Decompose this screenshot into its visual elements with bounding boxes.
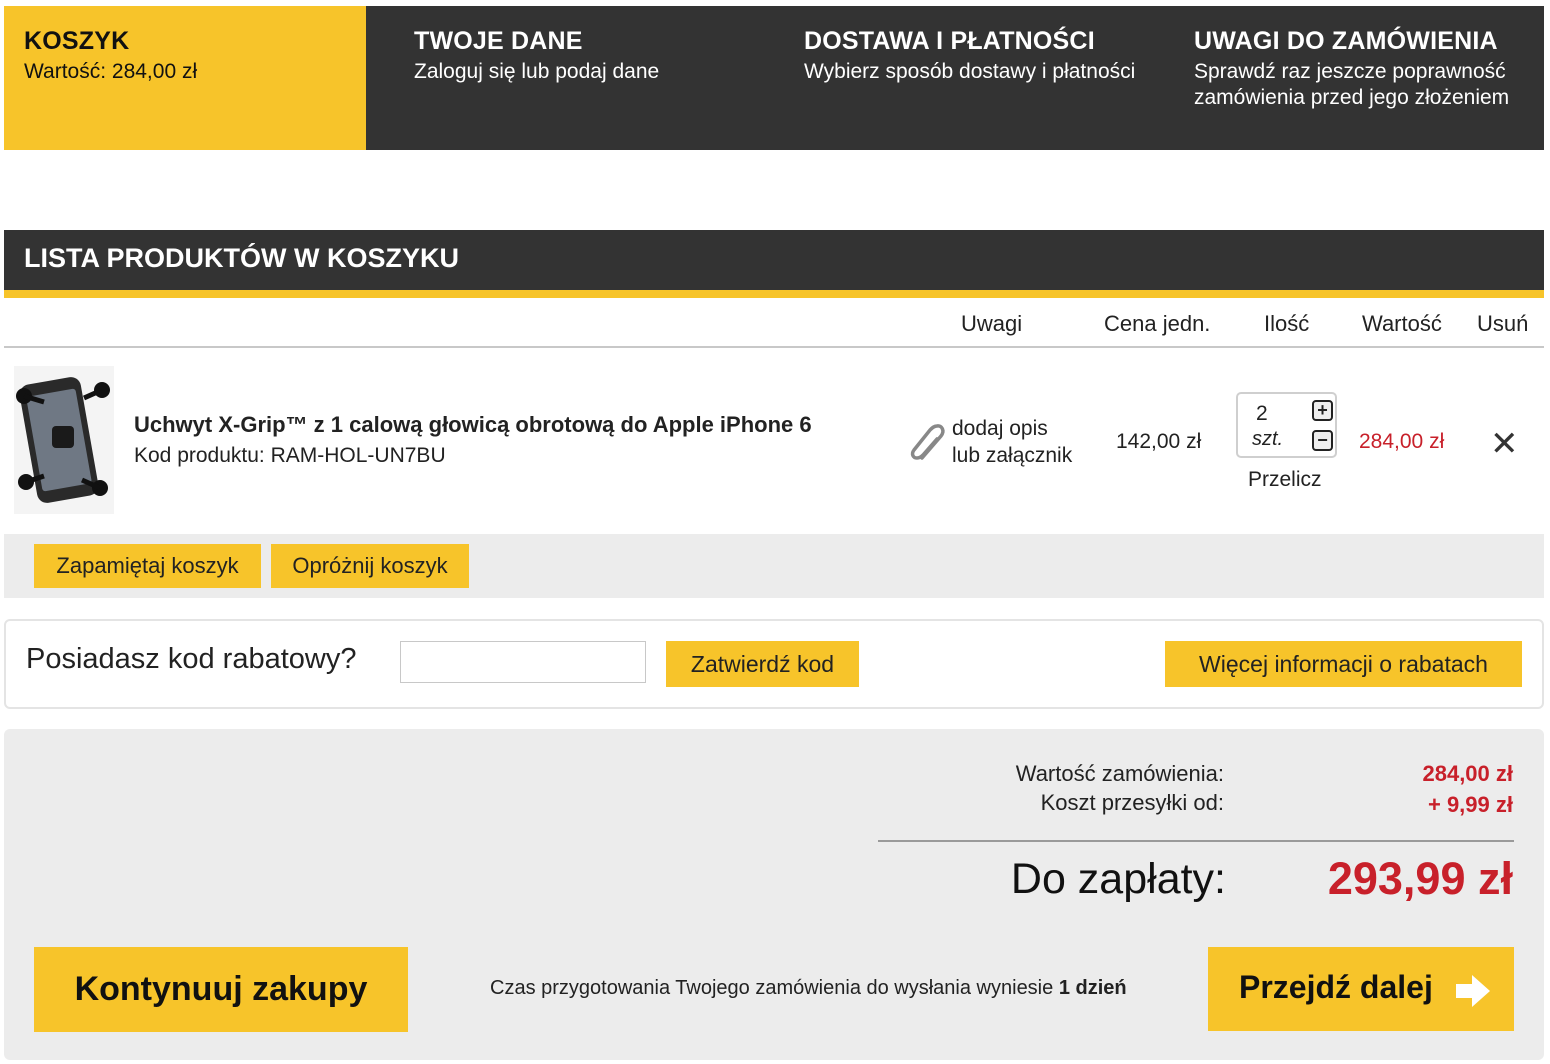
cart-section-header: LISTA PRODUKTÓW W KOSZYKU [4,230,1544,298]
continue-shopping-button[interactable]: Kontynuuj zakupy [34,947,408,1032]
order-value: 284,00 zł [1422,761,1513,786]
save-cart-button[interactable]: Zapamiętaj koszyk [34,544,261,588]
cart-title: LISTA PRODUKTÓW W KOSZYKU [24,243,459,273]
col-value: Wartość [1362,311,1442,336]
arrow-right-icon [1456,975,1490,1007]
step-title: UWAGI DO ZAMÓWIENIA [1194,27,1498,55]
step-cart[interactable]: KOSZYK Wartość: 284,00 zł [4,6,366,150]
step-your-data[interactable]: TWOJE DANE Zaloguj się lub podaj dane [366,6,756,150]
note-link-line2: lub załącznik [952,444,1073,467]
col-notes: Uwagi [961,311,1023,336]
divider [878,840,1514,842]
step-title: TWOJE DANE [414,27,583,55]
col-qty: Ilość [1264,311,1310,336]
quantity-unit: szt. [1252,428,1284,450]
coupon-input[interactable] [400,641,646,683]
preparation-days: 1 dzień [1058,977,1127,999]
shipping-label: Koszt przesyłki od: [1040,790,1224,815]
checkout-steps: KOSZYK Wartość: 284,00 zł TWOJE DANE Zal… [4,6,1544,150]
cart-actions: Zapamiętaj koszyk Opróżnij koszyk [4,534,1544,598]
coupon-box: Posiadasz kod rabatowy? Zatwierdź kod Wi… [4,619,1544,709]
minus-icon[interactable]: − [1312,430,1333,451]
paperclip-icon[interactable] [908,420,948,462]
step-delivery-payment[interactable]: DOSTAWA I PŁATNOŚCI Wybierz sposób dosta… [756,6,1146,150]
quantity-value[interactable]: 2 [1256,402,1268,426]
step-desc: Wartość: 284,00 zł [24,60,198,83]
note-link-line1: dodaj opis [952,417,1048,440]
order-summary: Wartość zamówienia: 284,00 zł Koszt prze… [4,729,1544,1060]
coupon-label: Posiadasz kod rabatowy? [26,643,357,675]
order-value-label: Wartość zamówienia: [1015,761,1224,786]
recalculate-link[interactable]: Przelicz [1248,468,1322,492]
empty-cart-button[interactable]: Opróżnij koszyk [271,544,469,588]
product-code: Kod produktu: RAM-HOL-UN7BU [134,444,446,467]
product-name-link[interactable]: Uchwyt X-Grip™ z 1 calową głowicą obroto… [134,412,812,438]
step-title: KOSZYK [24,27,130,55]
close-icon[interactable]: ✕ [1490,424,1519,464]
quantity-stepper: 2 szt. + − [1236,392,1337,458]
total-label: Do zapłaty: [1010,855,1226,903]
step-title: DOSTAWA I PŁATNOŚCI [804,27,1095,55]
plus-icon[interactable]: + [1312,400,1333,421]
total-value: 293,99 zł [1327,853,1513,904]
step-desc: Wybierz sposób dostawy i płatności [804,60,1136,83]
proceed-label: Przejdź dalej [1239,969,1433,1005]
add-note-link[interactable]: dodaj opis lub załącznik [952,415,1072,469]
cart-table-header: Uwagi Cena jedn. Ilość Wartość Usuń [4,300,1544,348]
discount-info-button[interactable]: Więcej informacji o rabatach [1165,641,1522,687]
step-desc: Zaloguj się lub podaj dane [414,60,660,83]
col-remove: Usuń [1477,311,1529,336]
apply-coupon-button[interactable]: Zatwierdź kod [666,641,859,687]
line-total: 284,00 zł [1359,430,1445,453]
proceed-button[interactable]: Przejdź dalej [1208,947,1514,1031]
step-desc: Sprawdź raz jeszcze poprawność zamówieni… [1194,60,1510,109]
preparation-time: Czas przygotowania Twojego zamówienia do… [490,977,1127,1000]
step-order-notes[interactable]: UWAGI DO ZAMÓWIENIA Sprawdź raz jeszcze … [1146,6,1544,150]
shipping-value: + 9,99 zł [1427,792,1513,817]
product-image[interactable] [14,366,114,514]
table-row: Uchwyt X-Grip™ z 1 calową głowicą obroto… [4,350,1544,534]
col-unit-price: Cena jedn. [1104,311,1211,336]
unit-price: 142,00 zł [1116,430,1202,453]
preparation-text: Czas przygotowania Twojego zamówienia do… [490,977,1054,999]
